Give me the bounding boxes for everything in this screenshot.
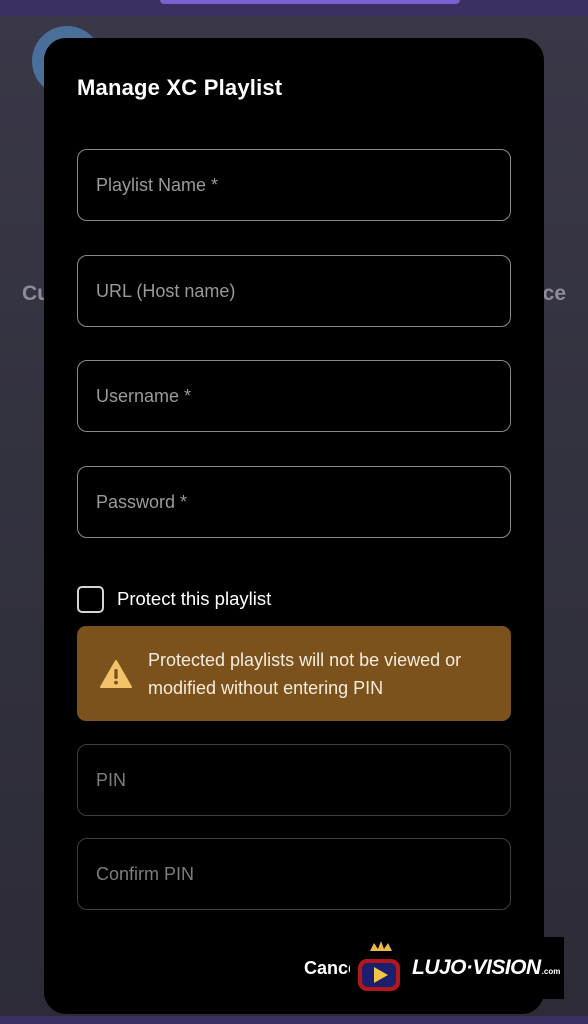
- logo-suffix-text: .com: [541, 966, 561, 976]
- lujo-vision-logo: LUJO·VISION .com: [350, 937, 564, 999]
- protect-checkbox[interactable]: [77, 585, 104, 613]
- confirm-pin-input[interactable]: [96, 839, 492, 909]
- warning-icon: [100, 659, 132, 688]
- background-top-bar: [0, 0, 588, 16]
- password-input[interactable]: [96, 467, 492, 537]
- username-input[interactable]: [96, 361, 492, 431]
- password-field[interactable]: [77, 466, 511, 538]
- url-input[interactable]: [96, 256, 492, 326]
- background-bottom-bar: [0, 1016, 588, 1024]
- protect-playlist-toggle[interactable]: Protect this playlist: [77, 585, 272, 613]
- dialog-title: Manage XC Playlist: [77, 75, 283, 100]
- pin-warning-banner: Protected playlists will not be viewed o…: [77, 626, 511, 721]
- crown-play-icon: [358, 941, 400, 991]
- username-field[interactable]: [77, 360, 511, 432]
- background-right-text: ce: [542, 282, 566, 305]
- playlist-name-input[interactable]: [96, 150, 492, 220]
- manage-playlist-dialog: Manage XC Playlist Protect this playlist…: [44, 38, 544, 1014]
- pin-input[interactable]: [96, 745, 492, 815]
- playlist-name-field[interactable]: [77, 149, 511, 221]
- pin-field[interactable]: [77, 744, 511, 816]
- confirm-pin-field[interactable]: [77, 838, 511, 910]
- protect-label: Protect this playlist: [117, 588, 272, 609]
- background-top-pill: [160, 0, 460, 4]
- url-field[interactable]: [77, 255, 511, 327]
- warning-text: Protected playlists will not be viewed o…: [148, 649, 462, 698]
- logo-brand-text: LUJO·VISION: [412, 956, 541, 979]
